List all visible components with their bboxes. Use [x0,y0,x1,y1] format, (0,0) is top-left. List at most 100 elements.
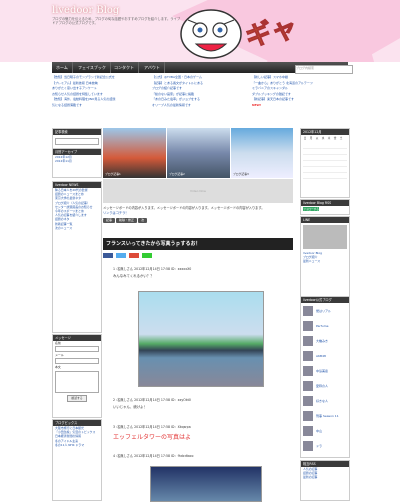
blog-description: ブログの魅力を伝えるため、ブログの旬な話題やおすすめブログを紹介します。ライブド… [52,17,181,26]
member-item[interactable]: 愛称の人 [303,381,348,391]
slide-caption: ブログ記事1 [105,172,121,176]
line-icon[interactable] [142,253,153,258]
featured-slide[interactable]: ブログ記事2 [167,128,230,178]
featured-slide[interactable]: ブログ記事1 [103,128,166,178]
avatar [303,381,313,391]
article-button[interactable]: 記事 [103,218,116,223]
member-name: AKB48 [316,354,326,358]
member-name: 僕はリアル [316,309,331,313]
related-link[interactable]: 最新の記事 [301,475,349,479]
message-board-link[interactable]: リンクはコチラ！ [103,211,293,216]
comment-body: いいじゃん、続けよ！ [113,405,147,409]
slide-caption: ブログ記事2 [169,172,185,176]
calendar-weekdays: 日月火水木金土 [301,135,349,142]
topic-link[interactable]: 冬の11人 NHK ドラマ [53,443,101,447]
member-item[interactable]: AKB48 [303,351,348,361]
member-name: 中島美嘉 [316,369,329,373]
next-button[interactable]: 次 [138,218,148,223]
weekday-label: 土 [339,137,343,140]
message-box: メッセージ 名前 メール 本文 確認する [52,334,102,418]
member-item[interactable]: 刑事 Season 11 [303,411,348,421]
member-item[interactable]: ドラ [303,441,348,451]
archive-box: 月別アーカイブ 2012年12月 2012年11月 [52,148,102,178]
share-buttons [103,253,293,261]
nav-item-about[interactable]: アバウト [140,62,165,73]
plusone-icon[interactable] [129,253,140,258]
avatar [303,426,313,436]
comment-meta: 2 :名無しさん 2012年12月14日 17:58 ID：xxyOkt0 [113,398,191,402]
topics-box: ブログピックス 大阪市旅行に日本観光 「小田急線」気温のトピックス 日本経済新聞… [52,419,102,501]
member-name: 刑事 Season 11 [316,414,339,418]
follow-button[interactable]: フォローする [303,207,319,211]
ticker-column: 【新しい記事】スマホ中継 「一曲から」ありがとう 北海道のアルテーツ ミラバニア… [252,75,348,108]
mascot-illustration [180,9,242,59]
member-name: Parfume [316,324,329,328]
member-name: 中山 [316,429,323,433]
comment-meta: 1 :名無しさん 2012年12月14日 17:58 ID：xxxxxX0 [113,267,192,271]
sidebar-heading: LINE [301,217,349,223]
related-box: 相互RSS 人気の記事 話題の記事 最新の記事 [300,460,350,501]
member-item[interactable]: 好きな人 [303,396,348,406]
featured-slide[interactable]: ブログ記事3 [231,128,293,178]
submit-button[interactable]: 確認する [67,394,87,402]
member-name: ドラ [316,444,323,448]
link-thumbnail[interactable] [303,225,347,249]
search-input[interactable]: ブログ内検索 [295,65,353,74]
comment-meta: 4 :名無しさん 2012年12月14日 17:58 ID：fhdcdtaco [113,454,194,458]
edit-button[interactable]: 削除・修正 [116,218,138,223]
news-box: livedoor NEWS 降る日本人を20代の監督 話題のニュースまとめ 東京… [52,181,102,333]
sidebar-heading: livedoor公式ブログ [301,297,349,303]
links-box: LINE livedoor Blog ブログ紹介 最新ニュース [300,216,350,298]
nav-item-contact[interactable]: コンタクト [110,62,139,73]
headline-ticker: 【告知】当日曜子のモンブランで新記念公式を 【プレミアム】最新技報 日本放映 あ… [52,75,348,125]
nav-item-home[interactable]: ホーム [52,62,73,73]
blog-title[interactable]: livedoor Blog [52,5,119,16]
name-input[interactable] [55,346,99,353]
avatar [303,336,313,346]
facebook-like-icon[interactable] [103,253,113,258]
sidebar-heading: 記事検索 [53,129,101,135]
slide-caption: ブログ記事3 [233,172,249,176]
name-label: 名前 [55,341,61,345]
calendar: 2012年12月 日月火水木金土 [300,128,350,198]
email-input[interactable] [55,358,99,365]
member-item[interactable]: Parfume [303,321,348,331]
body-label: 本文 [55,365,61,370]
message-board: メッセージボードの内容が入ります。メッセージボードの内容が入ります。メッセージボ… [103,206,293,223]
ticker-link[interactable]: オリーブ人気の最新情報です [152,103,248,109]
ticker-column: 【公式】@TVBA全国・日本のゲーム 【記事】とある長文がタイトルにある ブログ… [152,75,248,108]
calendar-grid[interactable] [303,143,347,183]
member-item[interactable]: 中山 [303,426,348,436]
new-badge: NEW! [252,102,262,107]
ticker-column: 【告知】当日曜子のモンブランで新記念公式を 【プレミアム】最新技報 日本放映 あ… [52,75,148,108]
rss-box: livedoor Blog RSS フォローする [300,199,350,215]
member-item[interactable]: 大橋みき [303,336,348,346]
member-item[interactable]: 僕はリアル [303,306,348,316]
comment-meta: 3 :名無しさん 2012年12月14日 17:58 ID：Xkqsrpa [113,425,191,429]
avatar [303,351,313,361]
post-photo[interactable] [138,291,264,387]
ticker-link[interactable]: 気になる話題満載です [52,103,148,109]
avatar [303,396,313,406]
avatar [303,306,313,316]
member-name: 好きな人 [316,399,329,403]
member-item[interactable]: 中島美嘉 [303,366,348,376]
body-textarea[interactable] [55,370,99,393]
news-link[interactable]: 次のニュース [53,226,101,230]
post-title[interactable]: フランスいってきたから写真うｐするお！ [103,238,293,250]
tweet-icon[interactable] [116,253,127,258]
comment-body: みんなみてくれるかい？？ [113,274,154,278]
post-photo[interactable] [150,466,262,502]
avatar [303,366,313,376]
avatar [303,441,313,451]
avatar [303,321,313,331]
archive-link[interactable]: 2012年11月 [53,159,101,163]
sidebar-heading: livedoor Blog RSS [301,200,349,206]
email-label: メール [55,353,64,358]
video-ad[interactable]: Video Now [103,179,293,203]
sidebar-search-input[interactable] [55,138,99,145]
nav-item-facebook[interactable]: フェイスブック [74,62,111,73]
sidebar-link[interactable]: 最新ニュース [301,259,349,263]
avatar [303,411,313,421]
member-name: 大橋みき [316,339,329,343]
